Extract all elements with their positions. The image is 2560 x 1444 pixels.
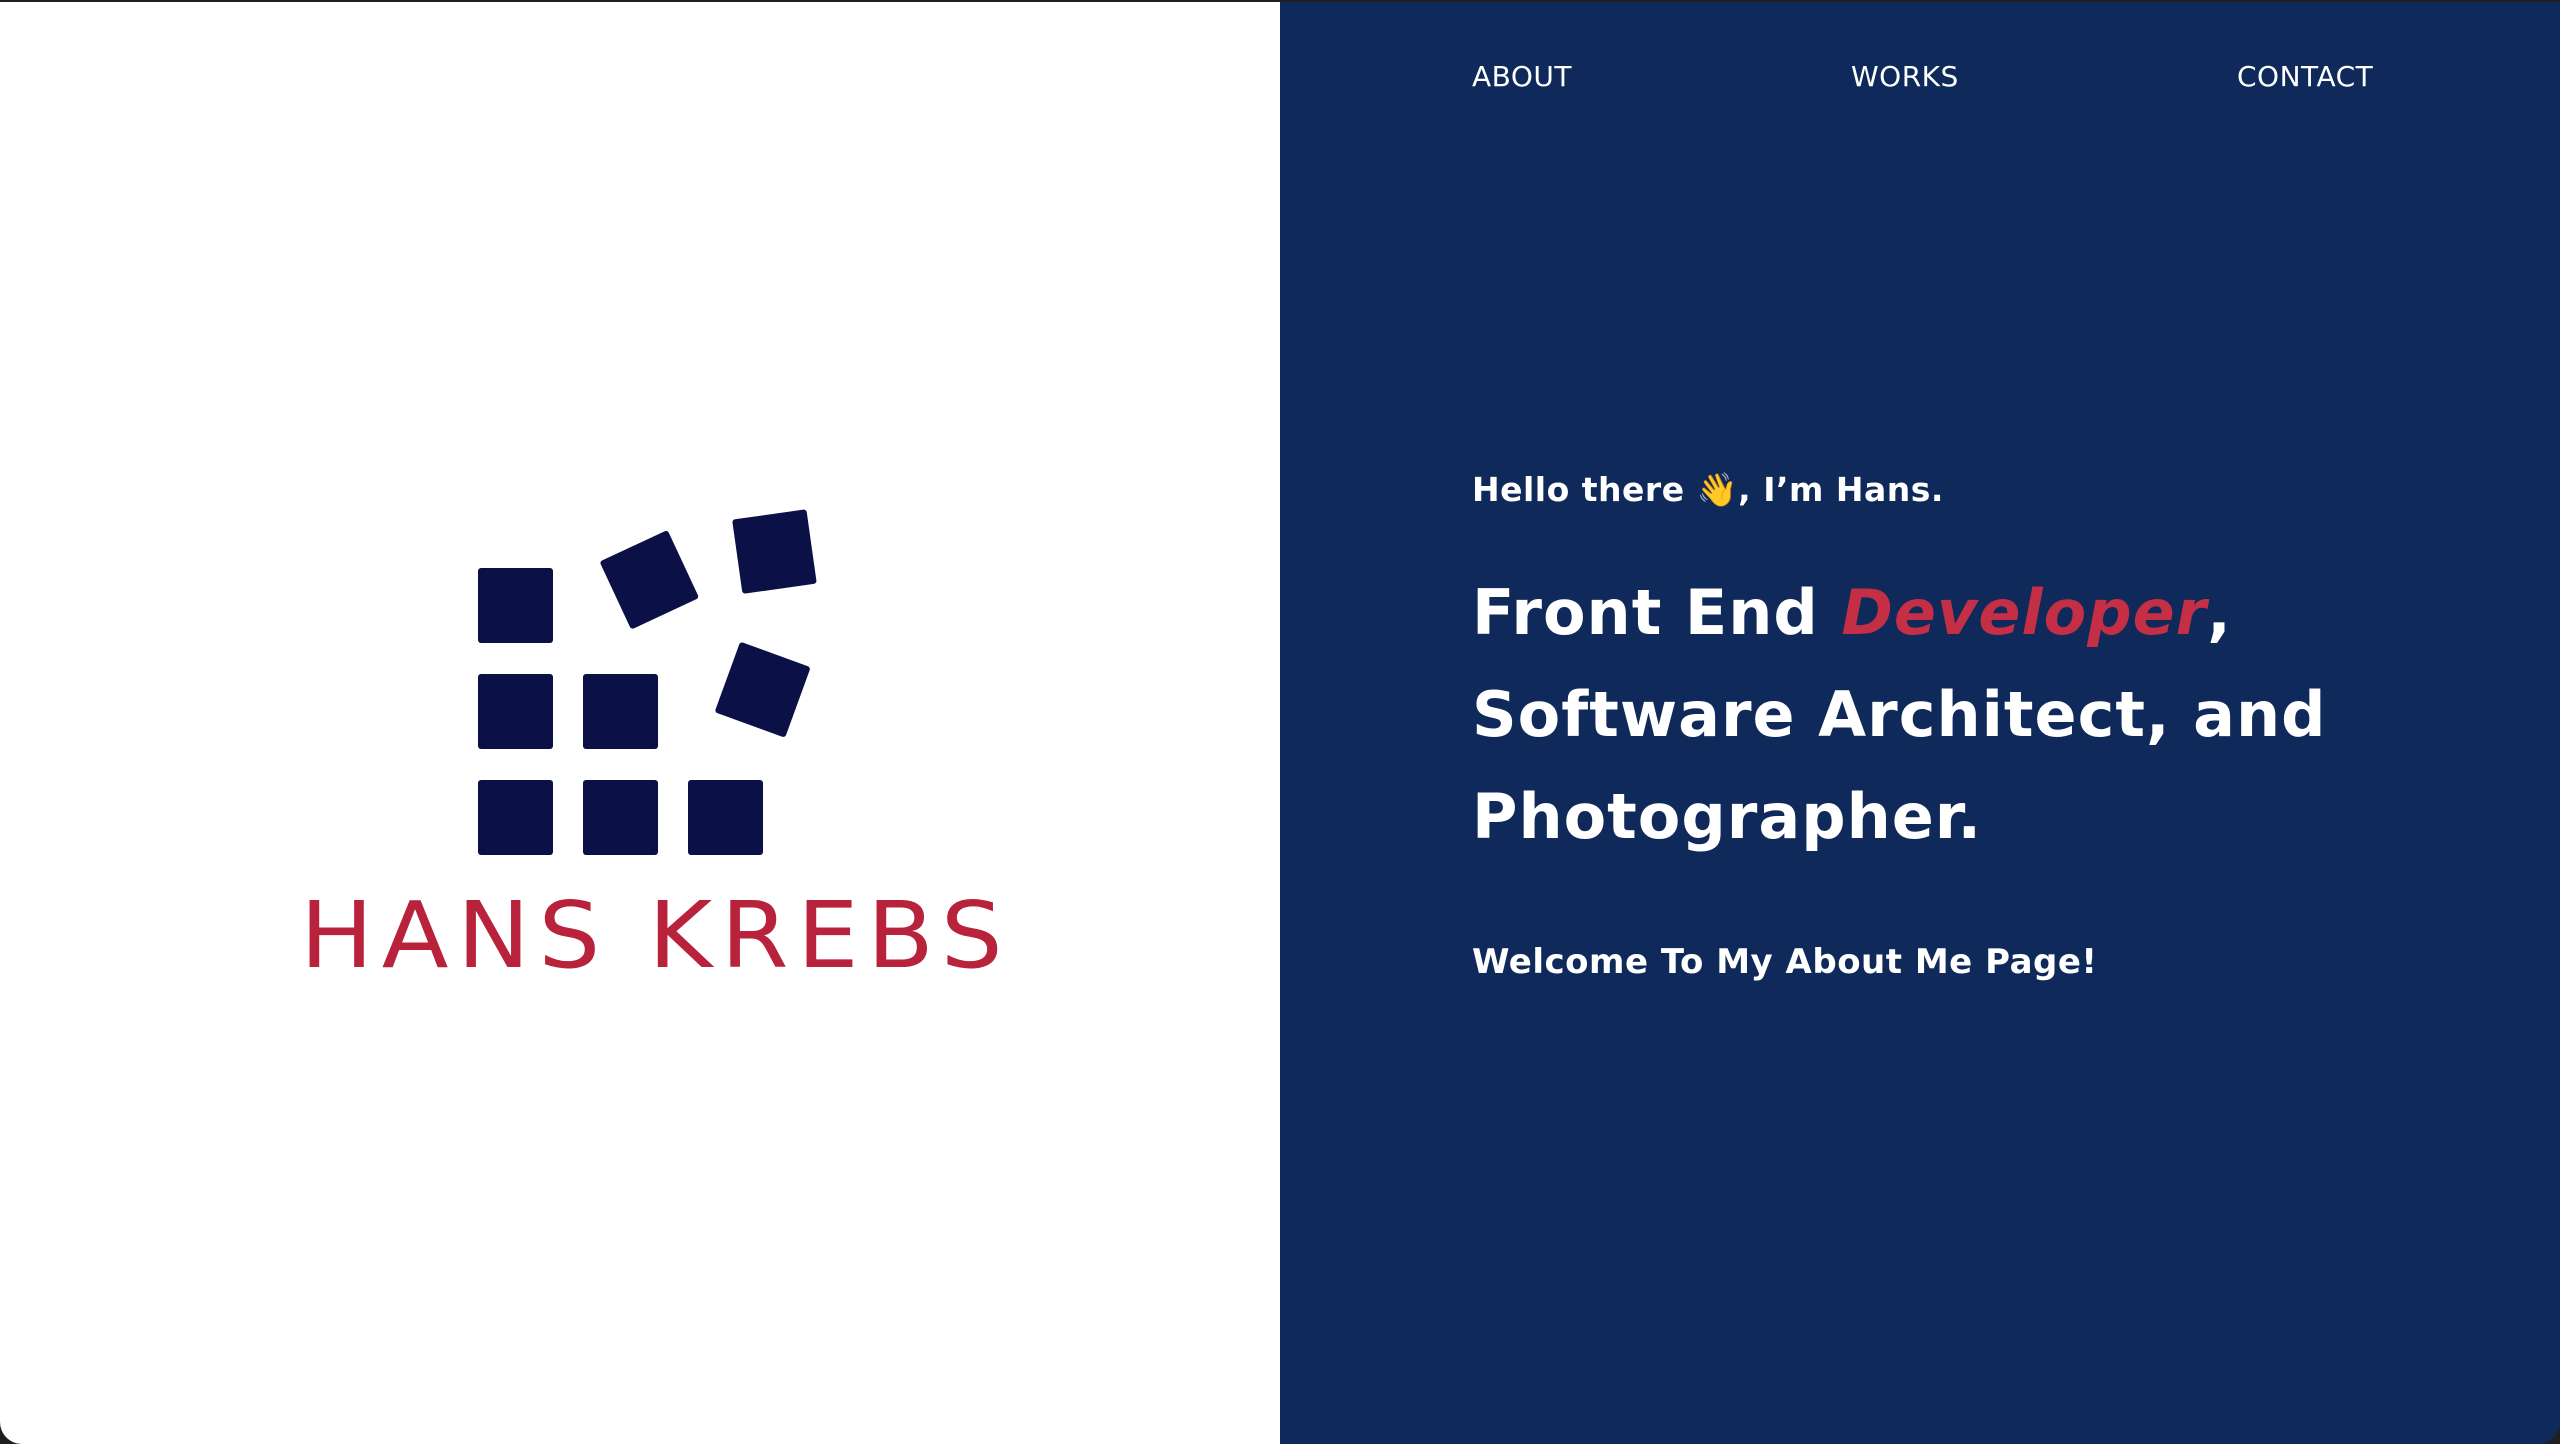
nav-link-works[interactable]: WORKS (1851, 60, 1959, 93)
page-frame: HANS KREBS ABOUT WORKS CONTACT Hello the… (0, 2, 2560, 1444)
headline-part-1: Front End (1472, 576, 1842, 649)
nav-link-contact[interactable]: CONTACT (2237, 60, 2373, 93)
logo-wordmark: HANS KREBS (300, 882, 1012, 989)
headline-line-3: Photographer. (1472, 780, 1983, 853)
hero-panel: ABOUT WORKS CONTACT Hello there 👋, I’m H… (1280, 2, 2560, 1444)
headline-line-2: Software Architect, and (1472, 678, 2327, 751)
hero-welcome: Welcome To My About Me Page! (1472, 942, 2098, 982)
headline-accent: Developer (1841, 576, 2208, 649)
headline-part-2: , (2207, 576, 2232, 649)
nav-link-about[interactable]: ABOUT (1472, 60, 1572, 93)
hero-greeting: Hello there 👋, I’m Hans. (1472, 470, 1944, 509)
logo-mark-icon (478, 509, 817, 855)
logo-panel: HANS KREBS (0, 2, 1280, 1444)
hero-headline: Front End Developer, Software Architect,… (1472, 562, 2492, 868)
